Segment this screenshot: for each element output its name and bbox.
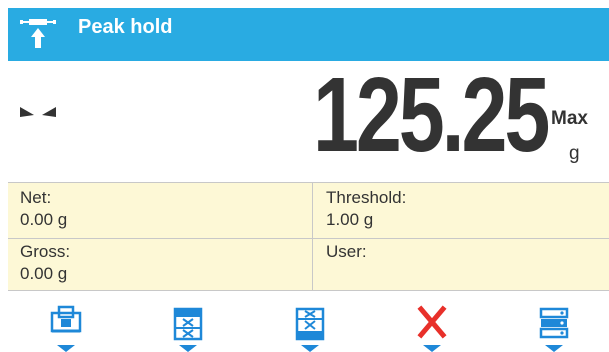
database-record-select-icon — [295, 307, 325, 352]
weight-display: 125.25 Max g — [8, 56, 609, 182]
threshold-label: Threshold: — [326, 188, 407, 207]
info-panel: Net: 0.00 g Gross: 0.00 g Threshold: 1.0… — [8, 182, 609, 291]
tare-icon — [50, 305, 82, 352]
row-divider — [8, 238, 609, 239]
database-select-button[interactable] — [280, 299, 340, 352]
function-key-bar — [8, 290, 609, 352]
tare-button[interactable] — [36, 299, 96, 352]
unit-label: g — [569, 143, 580, 164]
page-title: Peak hold — [78, 16, 173, 38]
stable-indicator-icon — [20, 107, 56, 117]
user-label: User: — [326, 242, 367, 261]
threshold-value: 1.00 g — [326, 210, 374, 229]
net-value: 0.00 g — [20, 210, 68, 229]
weight-value: 125.25 — [312, 56, 550, 174]
peak-mode-label: Max — [551, 108, 588, 129]
column-divider — [312, 183, 313, 291]
gross-value: 0.00 g — [20, 264, 68, 283]
database-record-icon — [173, 307, 203, 352]
title-bar: Peak hold — [8, 8, 609, 61]
close-icon — [417, 305, 447, 352]
peak-hold-icon — [20, 19, 56, 48]
cancel-button[interactable] — [402, 299, 462, 352]
database-button[interactable] — [158, 299, 218, 352]
gross-label: Gross: — [20, 242, 71, 261]
net-label: Net: — [20, 188, 52, 207]
server-database-icon — [539, 307, 569, 352]
server-button[interactable] — [524, 299, 584, 352]
